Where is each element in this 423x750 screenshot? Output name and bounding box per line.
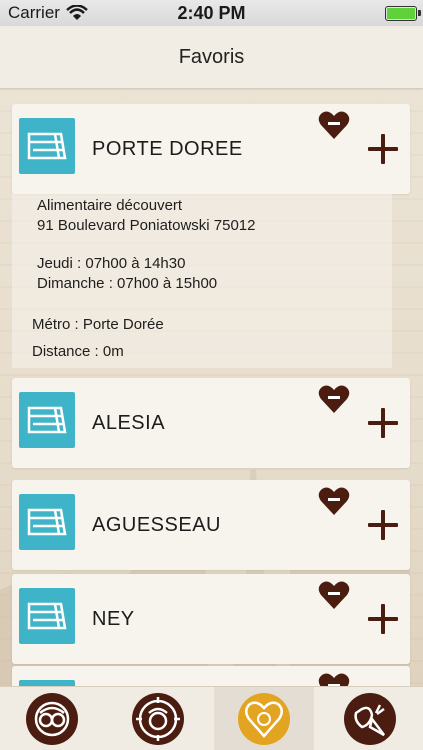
metro-info: Métro : Porte Dorée (32, 316, 164, 333)
market-address: 91 Boulevard Poniatowski 75012 (37, 217, 256, 234)
strawberry-carrot-icon (344, 693, 396, 745)
market-stall-icon (19, 494, 75, 550)
schedule-line-2: Dimanche : 07h00 à 15h00 (37, 275, 218, 292)
navigation-bar: Favoris (0, 26, 423, 88)
remove-favorite-heart-icon[interactable] (318, 672, 350, 686)
market-name: PORTE DOREE (92, 138, 243, 160)
chef-faces-icon (26, 693, 78, 745)
remove-favorite-heart-icon[interactable] (318, 580, 350, 610)
market-stall-icon (19, 118, 75, 174)
tab-bar (0, 686, 423, 750)
expand-details-button[interactable] (366, 602, 400, 636)
list-item[interactable]: NEY (12, 574, 410, 664)
market-details-panel: Alimentaire découvert 91 Boulevard Ponia… (12, 192, 392, 368)
status-bar: Carrier 2:40 PM (0, 0, 423, 26)
market-name: ALESIA (92, 412, 166, 434)
clock: 2:40 PM (177, 2, 246, 23)
battery-icon (385, 6, 417, 21)
list-item[interactable]: ALESIA (12, 378, 410, 468)
favorites-list[interactable]: PORTE DOREE Alimentaire découvert 91 Bou… (0, 88, 423, 686)
market-type: Alimentaire découvert (37, 197, 183, 214)
schedule-line-1: Jeudi : 07h00 à 14h30 (37, 255, 186, 272)
remove-favorite-heart-icon[interactable] (318, 110, 350, 140)
chef-heart-icon (238, 693, 290, 745)
market-name: AGUESSEAU (92, 514, 221, 536)
expand-details-button[interactable] (366, 508, 400, 542)
produce-tab[interactable] (320, 687, 420, 750)
list-item[interactable]: PORTE DOREE (12, 104, 410, 194)
markets-map-tab[interactable] (2, 687, 102, 750)
distance-info: Distance : 0m (32, 343, 124, 360)
list-item[interactable]: AGUESSEAU (12, 480, 410, 570)
remove-favorite-heart-icon[interactable] (318, 384, 350, 414)
page-title: Favoris (178, 45, 245, 68)
market-name: NEY (92, 608, 135, 630)
expand-details-button[interactable] (366, 132, 400, 166)
chef-target-icon (132, 693, 184, 745)
favorites-tab[interactable] (214, 687, 314, 750)
expand-details-button[interactable] (366, 406, 400, 440)
list-item[interactable] (12, 666, 410, 686)
nearby-tab[interactable] (108, 687, 208, 750)
market-stall-icon (19, 392, 75, 448)
remove-favorite-heart-icon[interactable] (318, 486, 350, 516)
market-stall-icon (19, 588, 75, 644)
